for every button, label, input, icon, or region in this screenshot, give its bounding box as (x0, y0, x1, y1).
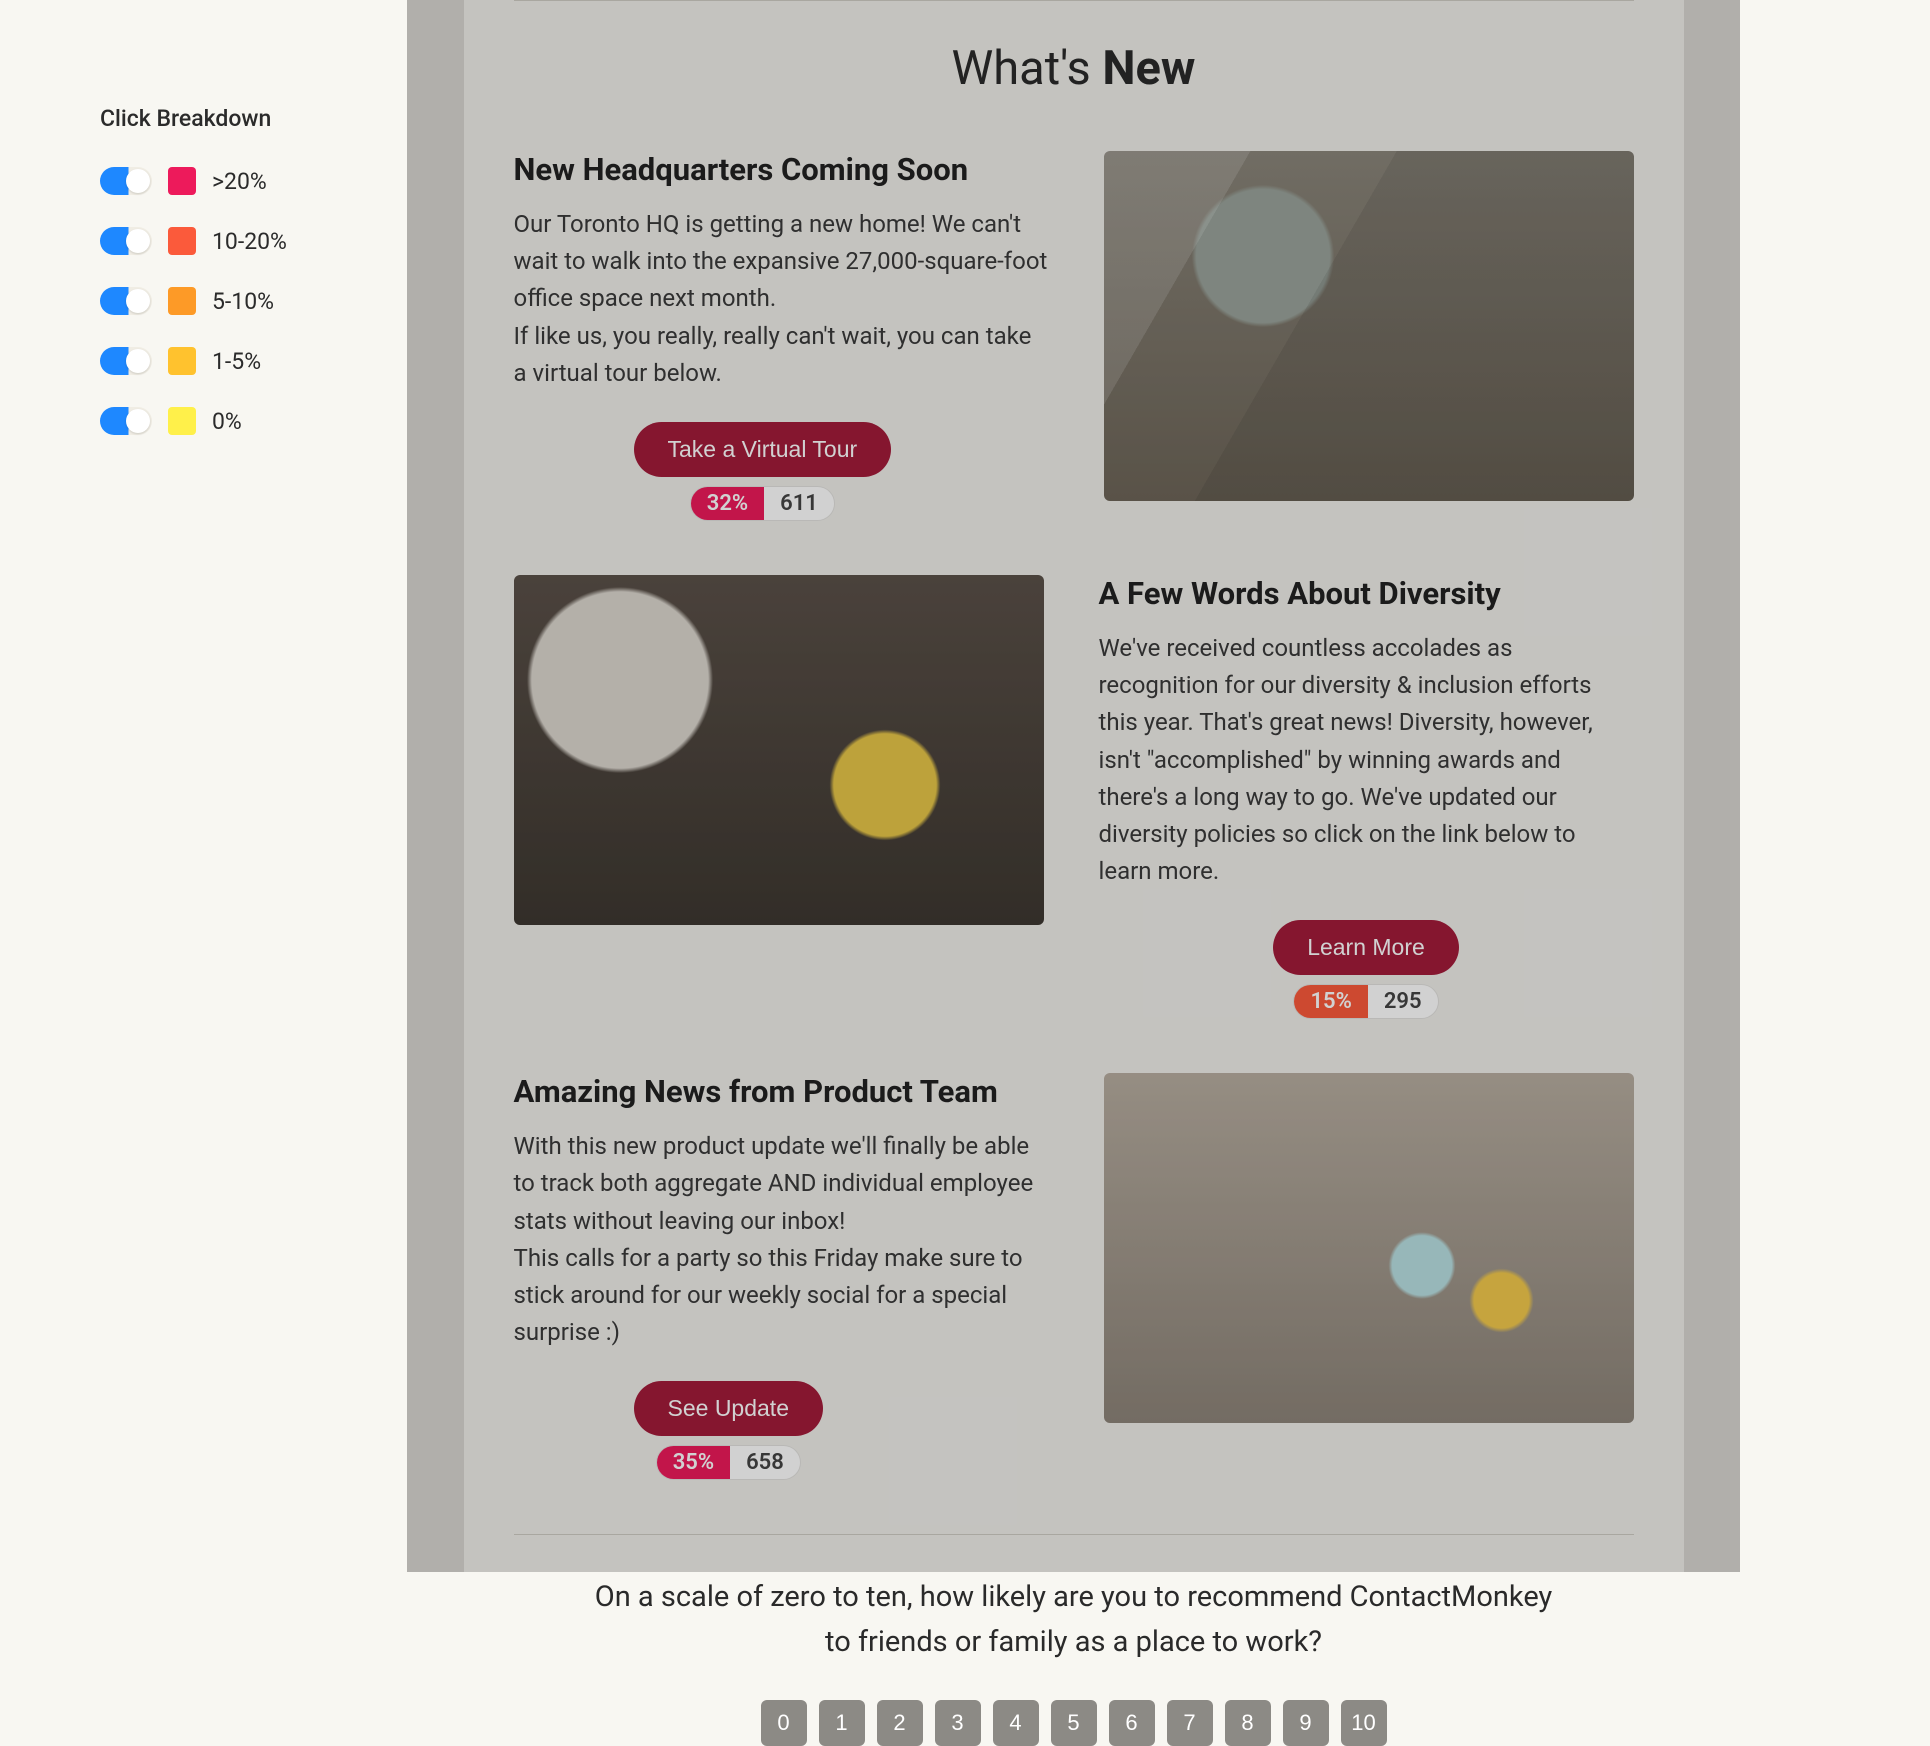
nps-option-button[interactable]: 0 (761, 1700, 807, 1746)
nps-scale: 0123456789 10 (514, 1700, 1634, 1746)
legend-row: >20% (100, 167, 360, 195)
legend-swatch (168, 347, 196, 375)
workshop-planning-image (1104, 1073, 1634, 1423)
click-stat-count: 611 (764, 487, 834, 520)
article-text: Amazing News from Product Team With this… (514, 1073, 1049, 1479)
article: Amazing News from Product Team With this… (514, 1073, 1634, 1479)
legend-toggle[interactable] (100, 167, 152, 195)
legend-toggle[interactable] (100, 347, 152, 375)
article-cta-group: Take a Virtual Tour 32% 611 (634, 422, 892, 520)
article-cta-button[interactable]: Learn More (1273, 920, 1459, 975)
nps-option-button[interactable]: 2 (877, 1700, 923, 1746)
nps-option-button[interactable]: 5 (1051, 1700, 1097, 1746)
article-cta-group: See Update 35% 658 (634, 1381, 823, 1479)
nps-option-button[interactable]: 7 (1167, 1700, 1213, 1746)
article-body: We've received countless accolades as re… (1099, 630, 1634, 890)
email-body: What's New New Headquarters Coming Soon … (464, 0, 1684, 1572)
team-high-five-image (514, 575, 1044, 925)
section-title-whats-new: What's New (514, 41, 1634, 96)
article-cta-group: Learn More 15% 295 (1273, 920, 1459, 1018)
click-stat-count: 658 (730, 1446, 800, 1479)
click-stat-pill: 35% 658 (657, 1446, 800, 1479)
legend-label: 0% (212, 408, 242, 435)
click-breakdown-panel: Click Breakdown >20% 10-20% 5-10% 1-5% 0… (100, 105, 360, 467)
click-stat-pill: 15% 295 (1294, 985, 1437, 1018)
legend-swatch (168, 227, 196, 255)
nps-option-button[interactable]: 1 (819, 1700, 865, 1746)
legend-toggle[interactable] (100, 407, 152, 435)
nps-question: On a scale of zero to ten, how likely ar… (514, 1575, 1634, 1665)
article-title: A Few Words About Diversity (1099, 575, 1634, 612)
section-title-text: What's (952, 41, 1103, 96)
legend-label: 10-20% (212, 228, 287, 255)
legend-row: 10-20% (100, 227, 360, 255)
legend-swatch (168, 407, 196, 435)
legend-label: 5-10% (212, 288, 274, 315)
nps-option-button[interactable]: 9 (1283, 1700, 1329, 1746)
click-breakdown-title: Click Breakdown (100, 105, 360, 132)
email-preview-panel: What's New New Headquarters Coming Soon … (407, 0, 1740, 1572)
legend-row: 5-10% (100, 287, 360, 315)
nps-option-button[interactable]: 10 (1341, 1700, 1387, 1746)
article-text: New Headquarters Coming Soon Our Toronto… (514, 151, 1049, 520)
article-title: Amazing News from Product Team (514, 1073, 1049, 1110)
click-stat-count: 295 (1368, 985, 1438, 1018)
click-stat-percent: 15% (1294, 985, 1367, 1018)
legend-swatch (168, 287, 196, 315)
article-cta-button[interactable]: Take a Virtual Tour (634, 422, 892, 477)
legend-row: 1-5% (100, 347, 360, 375)
article: New Headquarters Coming Soon Our Toronto… (514, 151, 1634, 520)
nps-option-button[interactable]: 4 (993, 1700, 1039, 1746)
legend-row: 0% (100, 407, 360, 435)
article-title: New Headquarters Coming Soon (514, 151, 1049, 188)
article: A Few Words About Diversity We've receiv… (514, 575, 1634, 1018)
click-stat-percent: 35% (657, 1446, 730, 1479)
article-body: Our Toronto HQ is getting a new home! We… (514, 206, 1049, 392)
nps-option-button[interactable]: 6 (1109, 1700, 1155, 1746)
legend-label: 1-5% (212, 348, 261, 375)
click-stat-pill: 32% 611 (691, 487, 834, 520)
legend-toggle[interactable] (100, 227, 152, 255)
legend-label: >20% (212, 168, 267, 195)
nps-option-button[interactable]: 8 (1225, 1700, 1271, 1746)
legend-swatch (168, 167, 196, 195)
nps-question-line2: to friends or family as a place to work? (825, 1625, 1322, 1659)
article-cta-button[interactable]: See Update (634, 1381, 823, 1436)
nps-option-button[interactable]: 3 (935, 1700, 981, 1746)
divider (514, 1534, 1634, 1535)
office-interior-image (1104, 151, 1634, 501)
article-text: A Few Words About Diversity We've receiv… (1099, 575, 1634, 1018)
legend-toggle[interactable] (100, 287, 152, 315)
article-body: With this new product update we'll final… (514, 1128, 1049, 1351)
section-title-text-bold: New (1102, 41, 1195, 96)
divider (514, 0, 1634, 1)
click-stat-percent: 32% (691, 487, 764, 520)
nps-question-line1: On a scale of zero to ten, how likely ar… (595, 1580, 1552, 1614)
